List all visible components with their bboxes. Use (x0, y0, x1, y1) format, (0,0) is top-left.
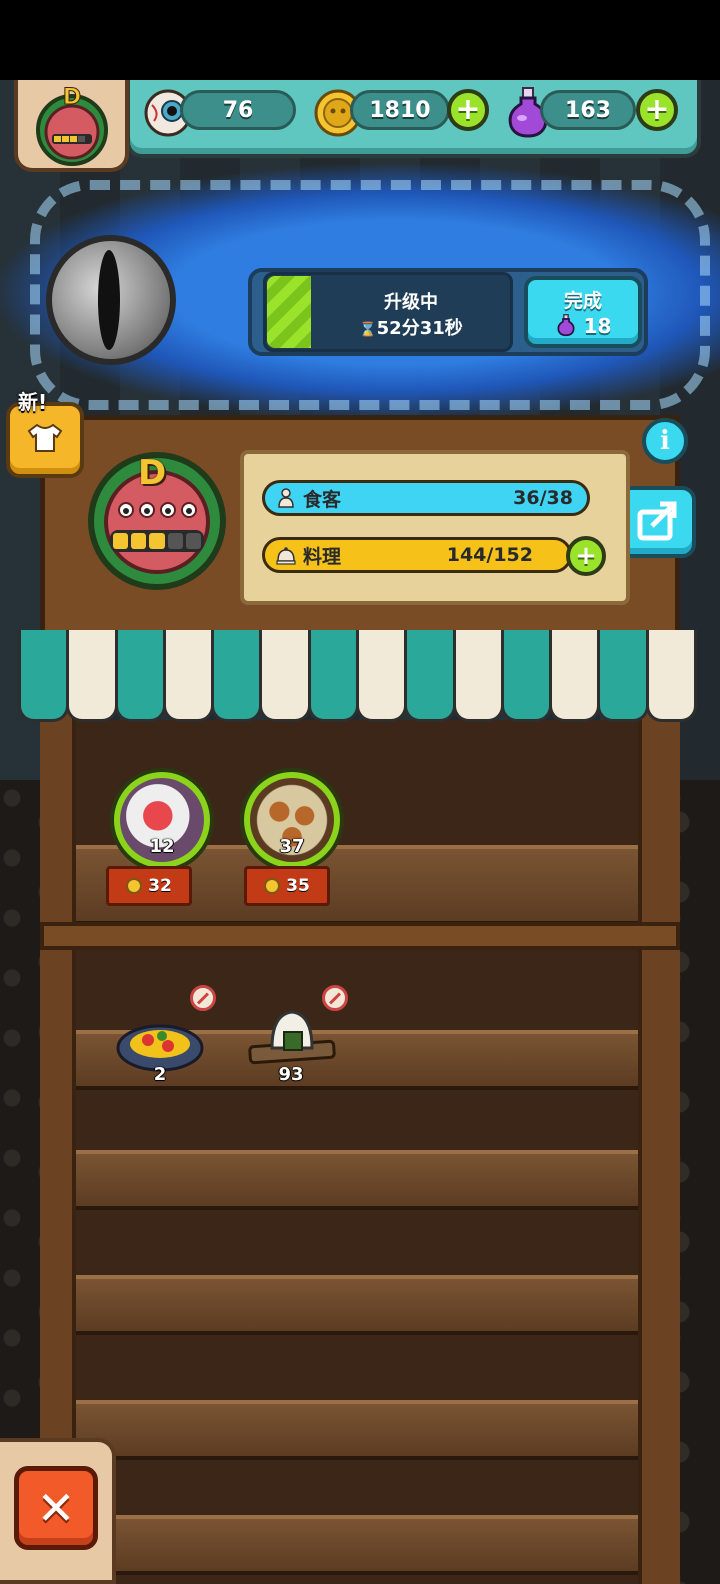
hourglass-icon: ⌛ (359, 322, 377, 338)
upgrade-time-remaining: 52分31秒 (376, 318, 463, 339)
finish-upgrade-button[interactable]: 完成 18 (524, 276, 642, 348)
shirt-icon (27, 423, 63, 453)
storage-shelf-2 (76, 1150, 638, 1210)
buy-coins-button[interactable]: + (447, 89, 489, 131)
new-badge: 新! (18, 390, 48, 414)
eyeball-count: 76 (180, 90, 296, 130)
player-rank-icon: D (36, 85, 108, 166)
storage-shelf-4 (76, 1400, 638, 1460)
dish-cover-icon (276, 547, 296, 565)
stall-awning (18, 630, 697, 722)
displayed-dish-2-price-tag: 35 (244, 866, 330, 906)
finish-cost-value: 18 (583, 314, 612, 338)
coin-count: 1810 (350, 90, 450, 130)
rank-segment (113, 533, 129, 549)
displayed-dish-1-price-tag: 32 (106, 866, 192, 906)
rank-segment (149, 533, 165, 549)
storage-shelf-3 (76, 1275, 638, 1335)
upgrade-status-label: 升级中 (384, 292, 438, 313)
share-icon (637, 501, 677, 541)
add-cooking-button[interactable]: + (566, 536, 606, 576)
rank-segment (185, 533, 202, 549)
potion-count: 163 (540, 90, 636, 130)
displayed-dish-2-count: 37 (279, 836, 305, 857)
eye-pupil (98, 250, 120, 350)
stock-dish-2[interactable] (246, 1006, 338, 1072)
shop-rank-level-bar (110, 530, 204, 552)
diners-bar: 食客 36/38 (262, 480, 590, 516)
coin-icon (264, 878, 281, 894)
player-avatar-frame[interactable]: D (14, 80, 129, 172)
coin-icon (126, 878, 143, 894)
displayed-dish-1-count: 12 (149, 836, 175, 857)
rank-segment (167, 533, 183, 549)
shop-stats-panel (240, 450, 630, 605)
stock-dish-1-count: 2 (153, 1064, 167, 1085)
displayed-dish-2-price: 35 (286, 876, 310, 896)
close-icon: ✕ (36, 1481, 76, 1535)
counter-board (40, 922, 680, 950)
finish-cost: 18 (528, 313, 638, 338)
cooking-bar: 料理 144/152 (262, 537, 572, 573)
displayed-dish-1-price: 32 (148, 876, 172, 896)
diners-value: 36/38 (513, 487, 573, 509)
svg-text:D: D (63, 85, 81, 110)
diner-icon (278, 488, 294, 508)
status-bar (0, 0, 720, 80)
upgrade-progress-fill (267, 276, 311, 348)
cooking-label: 料理 (303, 545, 342, 568)
finish-label: 完成 (563, 290, 602, 312)
monster-eyes (114, 500, 200, 520)
rank-segment (131, 533, 147, 549)
storage-shelf-5 (76, 1515, 638, 1575)
shop-rank-letter: D (138, 453, 167, 493)
potion-icon (557, 314, 575, 337)
stock-dish-2-count: 93 (278, 1064, 304, 1085)
upgrade-timer: ⌛52分31秒 (311, 314, 511, 340)
buy-potions-button[interactable]: + (636, 89, 678, 131)
info-button[interactable]: i (642, 418, 688, 464)
no-display-icon (190, 985, 216, 1011)
close-button[interactable]: ✕ (14, 1466, 98, 1550)
dish-rice-ball-icon (248, 1010, 336, 1065)
cooking-value: 144/152 (446, 544, 533, 566)
diners-label: 食客 (303, 488, 342, 511)
